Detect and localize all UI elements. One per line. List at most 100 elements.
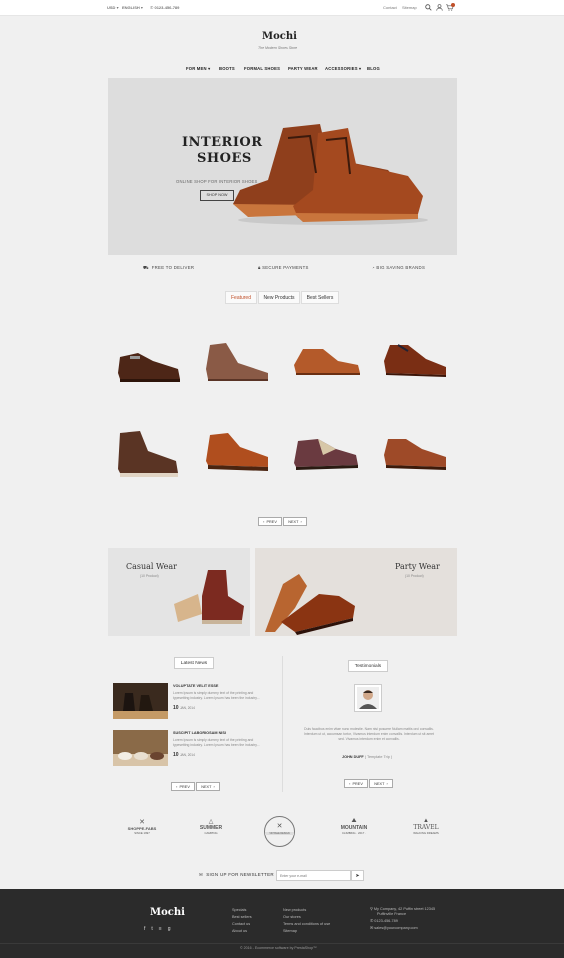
footer-logo[interactable]: Mochi (150, 907, 185, 918)
author-role: ( Template Trip ) (364, 755, 393, 759)
footer-contact: ⚲ My Company, 42 Puffin street 12345 Puf… (370, 907, 435, 931)
footer-email[interactable]: sales@yourcompany.com (374, 926, 417, 930)
news-title[interactable]: VOLUPTATE VELIT ESSE (173, 684, 218, 688)
newsletter-email-input[interactable] (276, 870, 351, 881)
news-thumbnail[interactable] (113, 730, 168, 766)
product-item[interactable] (384, 439, 446, 470)
nav-item-blog[interactable]: BLOG (367, 66, 380, 71)
currency-selector[interactable]: USD ▾ (107, 5, 119, 10)
nav-item-for-men[interactable]: FOR MEN ▾ (186, 66, 210, 71)
brand-logo[interactable]: ✕ VINTAGE DESIGN (264, 816, 295, 847)
product-item[interactable] (384, 344, 446, 377)
logo[interactable]: Mochi (262, 31, 297, 42)
twitter-icon[interactable]: t (151, 926, 158, 932)
main-nav: FOR MEN ▾ BOOTS FORMAL SHOES PARTY WEAR … (0, 63, 564, 75)
nav-label: FOR MEN (186, 66, 207, 71)
avatar-image (357, 687, 379, 709)
brand-name: TRAVEL (413, 824, 439, 831)
contact-link[interactable]: Contact (383, 5, 397, 10)
nav-item-formal-shoes[interactable]: FORMAL SHOES (244, 66, 280, 71)
nav-item-accessories[interactable]: ACCESSORIES ▾ (325, 66, 361, 71)
footer-link-specials[interactable]: Specials (232, 907, 252, 914)
google-plus-icon[interactable]: g (168, 926, 177, 932)
currency-label: USD (107, 5, 116, 10)
lock-icon: 🔒︎ (258, 265, 261, 270)
language-label: ENGLISH (122, 5, 140, 10)
user-icon[interactable] (436, 4, 443, 11)
tab-featured[interactable]: Featured (225, 291, 257, 304)
rss-icon[interactable]: ≡ (159, 926, 168, 932)
product-item[interactable] (206, 343, 268, 381)
feature-label: FREE TO DELIVER (151, 265, 195, 270)
feature-big-saving: ◔ BIG SAVING BRANDS (372, 265, 425, 270)
newsletter-submit-button[interactable]: ➤ (351, 870, 364, 881)
mail-icon: ✉ (370, 926, 374, 930)
nav-label: ACCESSORIES (325, 66, 358, 71)
footer: Mochi ft≡g Specials Best sellers Contact… (0, 889, 564, 958)
product-item[interactable] (294, 439, 358, 470)
footer-col-2: New products Our stores Terms and condit… (283, 907, 330, 935)
next-label: NEXT (374, 782, 385, 786)
sitemap-link[interactable]: Sitemap (402, 5, 417, 10)
tab-best-sellers[interactable]: Best Sellers (301, 291, 339, 304)
product-item[interactable] (118, 431, 178, 477)
news-image (113, 752, 168, 766)
tab-new-products[interactable]: New Products (258, 291, 300, 304)
phone: ✆ 0123-456-789 (150, 5, 180, 10)
banner-count: (10 Product) (405, 574, 424, 578)
brand-logo[interactable]: △ SUMMER CAMPING (191, 818, 231, 835)
page: { "topbar":{"currency":"USD","language":… (0, 0, 564, 958)
product-item[interactable] (118, 353, 180, 382)
footer-link-contact[interactable]: Contact us (232, 921, 252, 928)
brand-sub: CAMPING (204, 831, 218, 835)
cart-count-badge (451, 3, 455, 7)
news-month: JAN, 2014 (179, 753, 195, 757)
products-next-button[interactable]: NEXT › (283, 517, 307, 526)
news-day: 10 (173, 705, 179, 711)
footer-link-terms[interactable]: Terms and conditions of use (283, 921, 330, 928)
mail-icon: ✉ (199, 872, 204, 877)
product-item[interactable] (206, 433, 268, 471)
casual-wear-banner[interactable]: Casual Wear (10 Product) (108, 548, 250, 636)
phone-icon: ✆ (370, 919, 374, 923)
prev-label: PREV (266, 520, 277, 524)
brand-name: VINTAGE DESIGN (265, 832, 294, 835)
brand-logo[interactable]: ⛰︎ MOUNTAIN CLIMBING · 2017 · (331, 818, 377, 835)
testimonial-avatar (354, 684, 382, 712)
truck-icon: ⛟ (143, 265, 149, 270)
news-excerpt: Lorem Ipsum is simply dummy text of the … (173, 738, 260, 747)
testimonials-prev-button[interactable]: ‹ PREV (344, 779, 368, 788)
next-label: NEXT (201, 785, 212, 789)
footer-link-sitemap[interactable]: Sitemap (283, 928, 330, 935)
language-selector[interactable]: ENGLISH ▾ (122, 5, 143, 10)
footer-link-new-products[interactable]: New products (283, 907, 330, 914)
logo-tagline: The Modern Shoes Store (258, 46, 298, 50)
newsletter-label: ✉ SIGN UP FOR NEWSLETTER (199, 872, 274, 878)
news-thumbnail[interactable] (113, 683, 168, 719)
brand-logo[interactable]: ✕ SHOPPE-FABS SINCE 1997 (122, 818, 162, 835)
nav-item-boots[interactable]: BOOTS (219, 66, 235, 71)
news-month: JAN, 2014 (179, 706, 195, 710)
brand-logo[interactable]: ▲ TRAVEL WALKING DREAMS (404, 818, 448, 835)
product-item[interactable] (294, 349, 360, 375)
crossed-arrows-icon: ✕ (139, 819, 145, 826)
feature-label: SECURE PAYMENTS (262, 265, 309, 270)
product-grid (118, 343, 446, 477)
footer-link-our-stores[interactable]: Our stores (283, 914, 330, 921)
mountain-icon: ⛰︎ (351, 818, 357, 824)
party-wear-banner[interactable]: Party Wear (10 Product) (255, 548, 457, 636)
paper-plane-icon: ➤ (355, 873, 360, 879)
news-prev-button[interactable]: ‹ PREV (171, 782, 195, 791)
party-shoes-image (265, 574, 355, 635)
testimonials-next-button[interactable]: NEXT › (369, 779, 393, 788)
nav-item-party-wear[interactable]: PARTY WEAR (288, 66, 318, 71)
news-title[interactable]: SUSCIPIT LABORIOSAM NISI (173, 731, 226, 735)
news-next-button[interactable]: NEXT › (196, 782, 220, 791)
products-prev-button[interactable]: ‹ PREV (258, 517, 282, 526)
tent-icon: △ (208, 819, 214, 825)
hero-banner: INTERIOR SHOES ONLINE SHOP FOR INTERIOR … (108, 78, 457, 255)
crossed-tools-icon: ✕ (276, 823, 283, 830)
footer-link-about[interactable]: About us (232, 928, 252, 935)
footer-link-best-sellers[interactable]: Best sellers (232, 914, 252, 921)
search-icon[interactable] (425, 4, 432, 11)
